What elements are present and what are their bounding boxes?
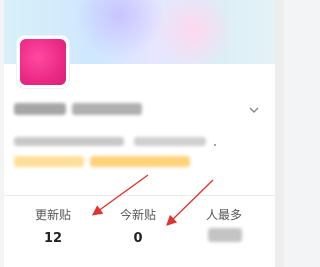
stat-value-redacted: [208, 228, 242, 242]
stat-value: 12: [43, 231, 63, 246]
stat-value: 0: [133, 231, 143, 246]
chevron-down-icon[interactable]: [248, 104, 260, 116]
group-card: 更新贴 12 今新贴 0 人最多: [4, 0, 275, 267]
description-redacted: [14, 137, 124, 146]
tag-redacted-2: [90, 156, 190, 167]
stat-label: 人最多: [205, 208, 242, 222]
description-redacted-2: [134, 137, 206, 146]
avatar-image: [20, 39, 66, 85]
scroll-gutter: [275, 0, 284, 267]
stat-updates[interactable]: 更新贴 12: [8, 208, 98, 246]
stat-label: 今新贴: [119, 208, 156, 222]
tag-redacted: [14, 156, 84, 167]
group-subname-redacted: [72, 103, 142, 115]
description-end-mark: [214, 144, 216, 146]
stat-today[interactable]: 今新贴 0: [93, 208, 183, 246]
group-avatar[interactable]: [17, 36, 69, 88]
stat-label: 更新贴: [34, 208, 71, 222]
group-name-redacted: [14, 103, 66, 115]
